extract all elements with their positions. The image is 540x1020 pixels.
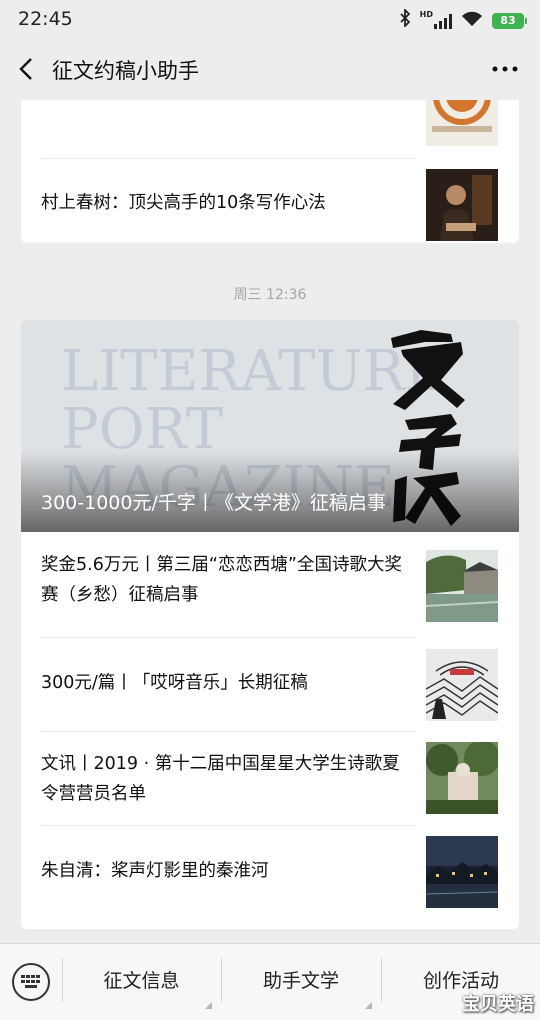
bottom-menu: 征文信息 助手文学 创作活动 宝贝英语 [0,943,540,1020]
more-dots-icon [492,66,518,72]
item-title: 朱自清：桨声灯影里的秦淮河 [41,861,269,881]
watermark-logo: 宝贝英语 [462,994,534,1015]
timestamp: 周三 12:36 [233,287,307,303]
signal-icon [434,13,452,29]
item-thumbnail [426,742,498,814]
page-title: 征文约稿小助手 [52,59,199,83]
message-list[interactable]: 村上春树：顶尖高手的10条写作心法 周三 12:36 LITERATURE PO… [0,100,540,943]
item-title: 奖金5.6万元丨第三届“恋恋西塘”全国诗歌大奖赛（乡愁）征稿启事 [41,555,402,605]
status-bar: 22:45 HD 83 [0,0,540,40]
item-thumbnail [426,836,498,908]
article-card[interactable]: LITERATURE PORT MAGAZINE 300-1000元/千字丨《文… [21,320,519,929]
bluetooth-icon [399,7,411,32]
menu-item-label: 创作活动 [422,970,499,992]
item-title-cut [41,100,411,118]
list-item[interactable]: 村上春树：顶尖高手的10条写作心法 [41,158,498,243]
item-thumbnail [426,100,498,146]
menu-item-label: 助手文学 [262,970,339,992]
status-icons: HD 83 [399,7,527,32]
menu-item-submission-info[interactable]: 征文信息 [63,944,220,1020]
more-button[interactable] [490,56,520,82]
item-title: 村上春树：顶尖高手的10条写作心法 [41,193,326,213]
menu-item-label: 征文信息 [103,970,180,992]
menu-item-assistant-literature[interactable]: 助手文学 [222,944,380,1020]
cover-title: 300-1000元/千字丨《文学港》征稿启事 [41,492,386,514]
item-title: 300元/篇丨「哎呀音乐」长期征稿 [41,673,308,693]
list-item[interactable]: 奖金5.6万元丨第三届“恋恋西塘”全国诗歌大奖赛（乡愁）征稿启事 [41,532,498,637]
wifi-icon [461,11,483,31]
battery-icon: 83 [492,12,527,29]
list-item[interactable]: 文讯丨2019 · 第十二届中国星星大学生诗歌夏令营营员名单 [41,732,498,827]
list-item[interactable] [41,100,498,148]
submenu-indicator-icon [365,1002,372,1009]
article-card[interactable]: 村上春树：顶尖高手的10条写作心法 [21,100,519,243]
keyboard-icon [21,975,40,988]
nav-bar: 征文约稿小助手 [0,40,540,100]
status-time: 22:45 [18,8,73,30]
network-type-label: HD [419,10,433,19]
svg-text:LITERATURE: LITERATURE [61,339,446,404]
item-title: 文讯丨2019 · 第十二届中国星星大学生诗歌夏令营营员名单 [41,754,400,804]
list-item[interactable]: 朱自清：桨声灯影里的秦淮河 [41,826,498,929]
item-thumbnail [426,169,498,241]
item-thumbnail [426,649,498,721]
list-item[interactable]: 300元/篇丨「哎呀音乐」长期征稿 [41,638,498,731]
keyboard-toggle-button[interactable] [12,963,50,1001]
submenu-indicator-icon [205,1002,212,1009]
chevron-left-icon [19,58,32,80]
cover-article[interactable]: LITERATURE PORT MAGAZINE 300-1000元/千字丨《文… [21,320,519,532]
item-thumbnail [426,550,498,622]
back-button[interactable] [12,54,42,84]
